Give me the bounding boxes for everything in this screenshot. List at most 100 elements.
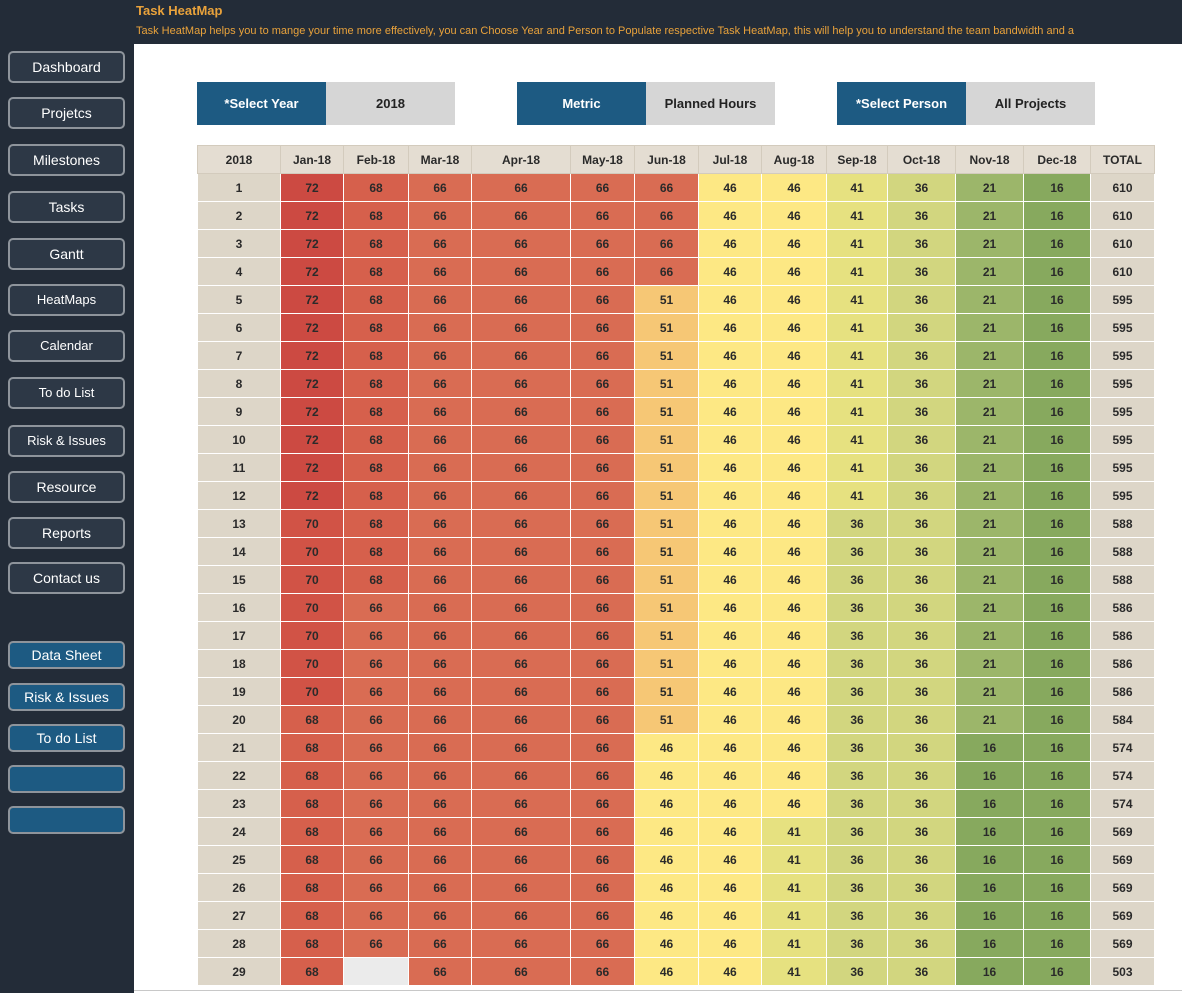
heat-cell[interactable]: 46 [698, 929, 762, 958]
heat-cell[interactable]: 16 [1023, 369, 1091, 398]
year-selector-value[interactable]: 2018 [326, 82, 455, 125]
heat-cell[interactable]: 66 [471, 873, 571, 902]
heat-cell[interactable]: 41 [826, 397, 888, 426]
heat-cell[interactable]: 66 [343, 593, 409, 622]
heat-cell[interactable]: 21 [955, 341, 1024, 370]
row-total-cell[interactable]: 503 [1090, 957, 1155, 986]
heat-cell[interactable]: 41 [826, 481, 888, 510]
nav-todo-button[interactable]: To do List [8, 377, 125, 409]
heat-cell[interactable]: 51 [634, 341, 699, 370]
heat-cell[interactable]: 36 [826, 929, 888, 958]
heat-cell[interactable]: 36 [887, 201, 956, 230]
heat-cell[interactable]: 70 [280, 677, 344, 706]
heat-cell[interactable]: 36 [826, 957, 888, 986]
heat-cell[interactable]: 66 [408, 397, 472, 426]
heat-cell[interactable]: 66 [408, 733, 472, 762]
heat-cell[interactable]: 36 [887, 789, 956, 818]
heat-cell[interactable]: 66 [570, 229, 635, 258]
heat-cell[interactable]: 66 [408, 201, 472, 230]
heat-cell[interactable]: 16 [1023, 257, 1091, 286]
heat-cell[interactable]: 41 [761, 817, 827, 846]
heat-cell[interactable]: 46 [698, 845, 762, 874]
heat-cell[interactable]: 66 [408, 509, 472, 538]
heat-cell[interactable]: 21 [955, 173, 1024, 202]
heat-cell[interactable]: 16 [1023, 733, 1091, 762]
heat-cell[interactable]: 68 [343, 341, 409, 370]
heat-cell[interactable]: 66 [408, 817, 472, 846]
heat-cell[interactable]: 68 [280, 901, 344, 930]
nav-heatmaps-button[interactable]: HeatMaps [8, 284, 125, 316]
heat-cell[interactable]: 72 [280, 481, 344, 510]
nav-calendar-button[interactable]: Calendar [8, 330, 125, 362]
heat-cell[interactable]: 66 [471, 285, 571, 314]
day-cell[interactable]: 10 [197, 425, 281, 454]
heat-cell[interactable]: 66 [408, 453, 472, 482]
day-cell[interactable]: 11 [197, 453, 281, 482]
heat-cell[interactable]: 66 [570, 761, 635, 790]
heat-cell[interactable]: 72 [280, 229, 344, 258]
heat-cell[interactable]: 46 [698, 817, 762, 846]
heat-cell[interactable]: 51 [634, 649, 699, 678]
heat-cell[interactable]: 72 [280, 425, 344, 454]
heat-cell[interactable]: 66 [408, 481, 472, 510]
heat-cell[interactable]: 68 [343, 285, 409, 314]
heat-cell[interactable]: 46 [698, 481, 762, 510]
heat-cell[interactable]: 16 [1023, 789, 1091, 818]
heat-cell[interactable]: 46 [761, 257, 827, 286]
heat-cell[interactable]: 46 [698, 593, 762, 622]
heat-cell[interactable]: 46 [761, 789, 827, 818]
row-total-cell[interactable]: 588 [1090, 537, 1155, 566]
heat-cell[interactable]: 46 [698, 229, 762, 258]
heat-cell[interactable]: 68 [280, 845, 344, 874]
heat-cell[interactable]: 66 [408, 677, 472, 706]
heat-cell[interactable]: 16 [1023, 649, 1091, 678]
heat-cell[interactable]: 70 [280, 621, 344, 650]
heat-cell[interactable]: 21 [955, 705, 1024, 734]
heat-cell[interactable]: 16 [1023, 173, 1091, 202]
heat-cell[interactable]: 16 [1023, 817, 1091, 846]
day-cell[interactable]: 3 [197, 229, 281, 258]
day-cell[interactable]: 1 [197, 173, 281, 202]
heat-cell[interactable]: 66 [570, 173, 635, 202]
heat-cell[interactable]: 51 [634, 397, 699, 426]
heat-cell[interactable]: 21 [955, 677, 1024, 706]
heat-cell[interactable]: 66 [471, 229, 571, 258]
risk-issues-sheet-button[interactable]: Risk & Issues [8, 683, 125, 711]
heat-cell[interactable]: 36 [826, 565, 888, 594]
heat-cell[interactable]: 16 [1023, 957, 1091, 986]
heat-cell[interactable]: 66 [570, 621, 635, 650]
heat-cell[interactable]: 66 [570, 929, 635, 958]
heat-cell[interactable]: 51 [634, 565, 699, 594]
heat-cell[interactable]: 68 [343, 425, 409, 454]
heat-cell[interactable]: 41 [826, 453, 888, 482]
heat-cell[interactable]: 36 [826, 733, 888, 762]
heat-cell[interactable]: 36 [887, 285, 956, 314]
day-cell[interactable]: 20 [197, 705, 281, 734]
heat-cell[interactable]: 46 [761, 565, 827, 594]
heat-cell[interactable]: 51 [634, 285, 699, 314]
row-total-cell[interactable]: 584 [1090, 705, 1155, 734]
heat-cell[interactable]: 70 [280, 509, 344, 538]
heat-cell[interactable]: 16 [955, 845, 1024, 874]
heat-cell[interactable]: 16 [955, 873, 1024, 902]
heat-cell[interactable]: 66 [570, 481, 635, 510]
heat-cell[interactable]: 66 [570, 313, 635, 342]
heat-cell[interactable]: 66 [408, 593, 472, 622]
heat-cell[interactable]: 66 [471, 733, 571, 762]
heat-cell[interactable]: 68 [280, 761, 344, 790]
person-selector-value[interactable]: All Projects [966, 82, 1095, 125]
heat-cell[interactable]: 66 [408, 845, 472, 874]
heat-cell[interactable]: 16 [955, 733, 1024, 762]
heat-cell[interactable]: 36 [887, 845, 956, 874]
heat-cell[interactable]: 16 [1023, 229, 1091, 258]
heat-cell[interactable]: 41 [826, 285, 888, 314]
heat-cell[interactable]: 66 [570, 677, 635, 706]
heat-cell[interactable]: 66 [471, 425, 571, 454]
row-total-cell[interactable]: 586 [1090, 621, 1155, 650]
heat-cell[interactable]: 68 [343, 537, 409, 566]
nav-tasks-button[interactable]: Tasks [8, 191, 125, 223]
heat-cell[interactable]: 66 [408, 873, 472, 902]
heat-cell[interactable]: 21 [955, 509, 1024, 538]
heat-cell[interactable]: 51 [634, 369, 699, 398]
heat-cell[interactable]: 16 [955, 761, 1024, 790]
